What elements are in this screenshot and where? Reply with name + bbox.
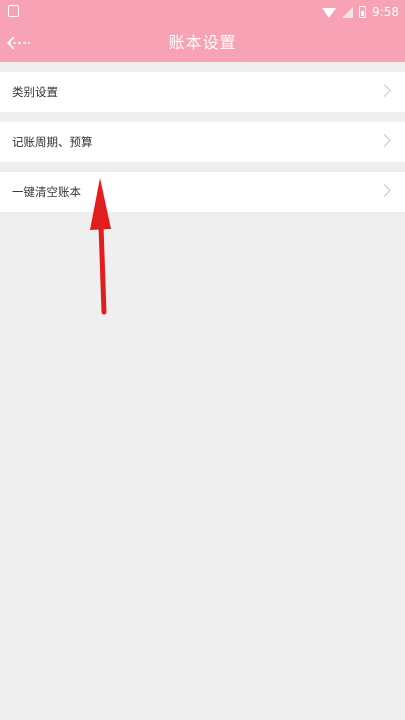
chevron-right-icon bbox=[378, 134, 391, 147]
setting-label: 记账周期、预算 bbox=[12, 135, 93, 149]
chevron-right-icon bbox=[378, 84, 391, 97]
setting-cycle-budget[interactable]: 记账周期、预算 bbox=[0, 122, 405, 162]
page-title: 账本设置 bbox=[168, 33, 237, 52]
signal-icon bbox=[342, 6, 354, 18]
status-right: 9:58 bbox=[322, 3, 399, 21]
setting-clear-ledger[interactable]: 一键清空账本 bbox=[0, 172, 405, 212]
setting-category[interactable]: 类别设置 bbox=[0, 72, 405, 112]
status-bar: 9:58 bbox=[0, 0, 405, 24]
chevron-right-icon bbox=[378, 184, 391, 197]
app-header: 账本设置 bbox=[0, 24, 405, 62]
notification-icon bbox=[8, 5, 19, 17]
battery-icon bbox=[359, 6, 367, 18]
divider bbox=[0, 62, 405, 72]
settings-list: 类别设置 记账周期、预算 一键清空账本 bbox=[0, 62, 405, 212]
divider bbox=[0, 162, 405, 172]
status-time: 9:58 bbox=[372, 5, 399, 19]
setting-label: 类别设置 bbox=[12, 85, 58, 99]
setting-label: 一键清空账本 bbox=[12, 185, 81, 199]
red-arrow-icon bbox=[98, 223, 107, 315]
wifi-icon bbox=[322, 8, 337, 18]
divider bbox=[0, 112, 405, 122]
